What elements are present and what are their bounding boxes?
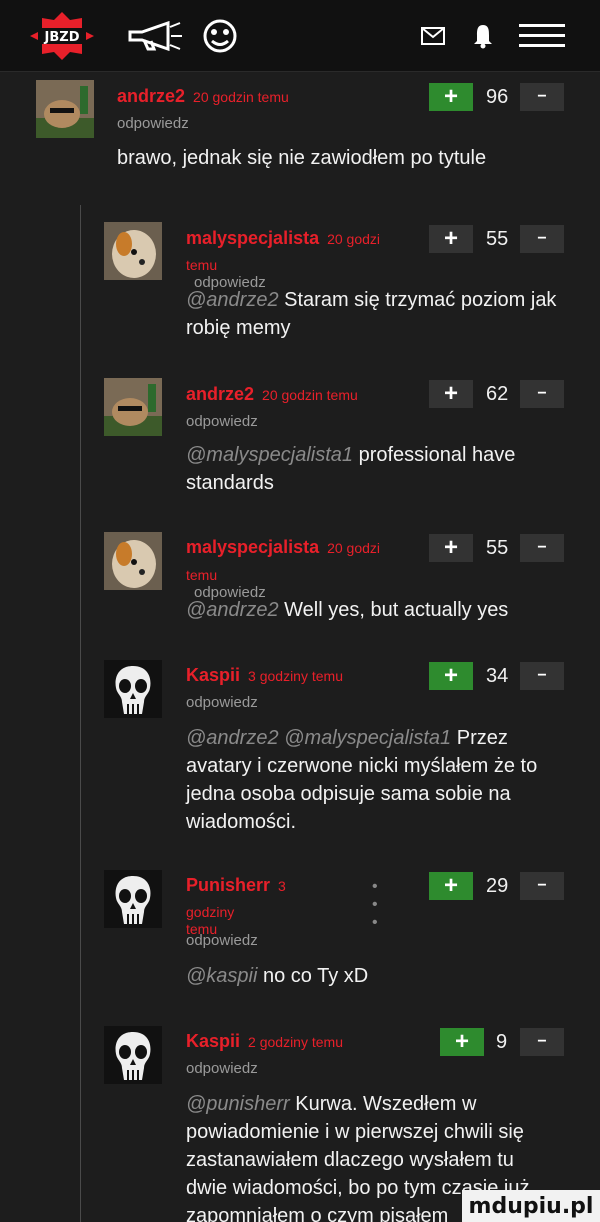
comment-time: 3 [278,878,286,894]
mention-link[interactable]: @malyspecjalista1 [186,444,353,466]
author-name[interactable]: Kaspii [186,1031,240,1051]
author-name[interactable]: malyspecjalista [186,228,319,248]
author-name[interactable]: andrze2 [117,86,185,106]
reply-link[interactable]: odpowiedz [186,413,258,430]
comment-time-cont: temu [186,257,218,273]
face-icon[interactable] [198,18,242,54]
thread-line [80,205,81,1222]
avatar[interactable] [104,222,162,280]
reply-link[interactable]: odpowiedz [186,1060,258,1077]
score: 62 [486,383,509,405]
upvote-button[interactable]: + [429,534,473,562]
comment-time: 20 godzin temu [262,387,358,403]
author-name[interactable]: Punisherr [186,875,270,895]
avatar[interactable] [36,80,94,138]
upvote-button[interactable]: + [429,380,473,408]
top-bar: JBZD [0,0,600,72]
avatar[interactable] [104,378,162,436]
author-name[interactable]: Kaspii [186,665,240,685]
mention-link[interactable]: @andrze2 [186,289,279,311]
downvote-button[interactable]: − [520,662,564,690]
downvote-button[interactable]: − [520,380,564,408]
downvote-button[interactable]: − [520,534,564,562]
score: 55 [486,537,509,559]
megaphone-icon[interactable] [122,18,186,54]
score: 29 [486,875,509,897]
comment-time: 2 godziny temu [248,1034,343,1050]
comment-text: @malyspecjalista1 professional have stan… [186,444,516,494]
avatar[interactable] [104,660,162,718]
mention-link[interactable]: @andrze2 [186,599,279,621]
bell-icon[interactable] [468,18,498,54]
mention-link[interactable]: @kaspii [186,965,257,987]
comment-text: @kaspii no co Ty xD [186,965,369,987]
more-options-icon[interactable]: • • • [372,878,381,932]
upvote-button[interactable]: + [429,872,473,900]
score: 34 [486,665,509,687]
reply-link[interactable]: odpowiedz [186,694,258,711]
avatar[interactable] [104,1026,162,1084]
downvote-button[interactable]: − [520,872,564,900]
downvote-button[interactable]: − [520,83,564,111]
reply-link[interactable]: odpowiedz [117,115,189,132]
score: 55 [486,228,509,250]
mention-link[interactable]: @punisherr [186,1093,290,1115]
logo-text: JBZD [44,30,80,45]
comment-time: 3 godziny temu [248,668,343,684]
downvote-button[interactable]: − [520,1028,564,1056]
comment-text: @andrze2 Staram się trzymać poziom jak r… [186,289,557,339]
score: 96 [486,86,509,108]
upvote-button[interactable]: + [429,83,473,111]
mail-icon[interactable] [418,18,448,54]
comment-time-cont: temu [186,567,218,583]
comment-text: @andrze2 @malyspecjalista1 Przez avatary… [186,727,538,833]
downvote-button[interactable]: − [520,225,564,253]
upvote-button[interactable]: + [429,225,473,253]
upvote-button[interactable]: + [429,662,473,690]
score: 9 [496,1031,508,1053]
watermark: mdupiu.pl [462,1190,600,1222]
reply-link[interactable]: odpowiedz [186,932,258,949]
upvote-button[interactable]: + [440,1028,484,1056]
author-name[interactable]: malyspecjalista [186,537,319,557]
comment-time: 20 godzi [327,540,381,556]
comment-text: @andrze2 Well yes, but actually yes [186,599,509,621]
avatar[interactable] [104,532,162,590]
menu-icon[interactable] [518,18,566,54]
author-name[interactable]: andrze2 [186,384,254,404]
avatar[interactable] [104,870,162,928]
mention-link[interactable]: @andrze2 @malyspecjalista1 [186,727,451,749]
comment-time: 20 godzin temu [193,89,289,105]
comment-text: brawo, jednak się nie zawiodłem po tytul… [117,147,487,169]
logo[interactable]: JBZD [30,12,94,60]
comment-time: 20 godzi [327,231,381,247]
